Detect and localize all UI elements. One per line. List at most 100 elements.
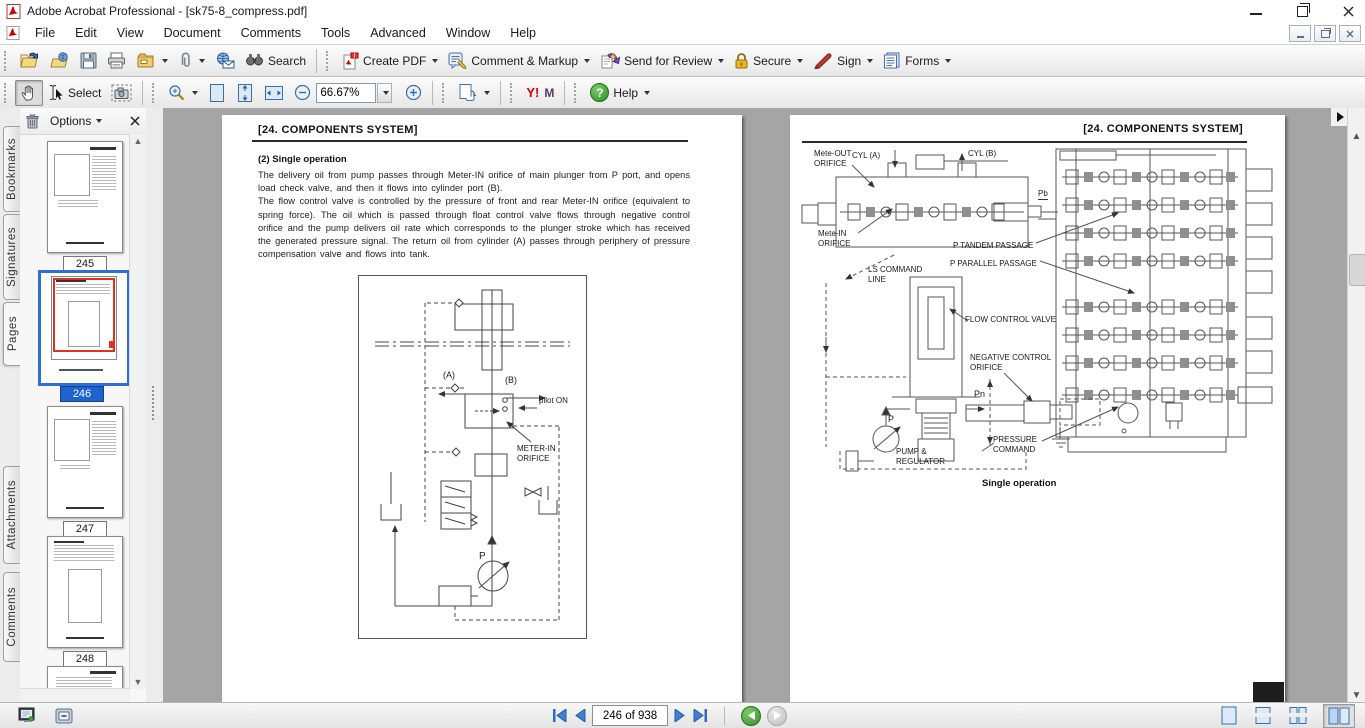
help-button[interactable]: ? Help xyxy=(585,79,655,106)
print-button[interactable] xyxy=(102,48,131,73)
attach-button[interactable] xyxy=(173,48,210,74)
toolbar-grip[interactable] xyxy=(510,83,517,103)
toolbar-grip[interactable] xyxy=(4,51,11,71)
select-tool-label: Select xyxy=(68,86,101,100)
menu-file[interactable]: File xyxy=(26,24,64,42)
ym-button[interactable]: Y!M xyxy=(521,81,559,104)
previous-view-button[interactable] xyxy=(741,706,761,726)
body-text: The delivery oil from pump passes throug… xyxy=(258,169,690,261)
page-number-input[interactable] xyxy=(592,705,668,726)
prev-page-icon[interactable] xyxy=(574,709,586,722)
next-view-button[interactable] xyxy=(767,706,787,726)
continuous-icon[interactable] xyxy=(1253,705,1273,726)
document-scrollbar[interactable]: ▲ ▼ xyxy=(1347,108,1365,703)
secure-button[interactable]: Secure xyxy=(729,48,808,73)
menu-help[interactable]: Help xyxy=(501,24,545,42)
comment-markup-button[interactable]: Comment & Markup xyxy=(443,48,595,73)
actual-size-button[interactable] xyxy=(203,79,231,107)
forms-button[interactable]: Forms xyxy=(878,48,956,73)
sign-button[interactable]: Sign xyxy=(808,48,878,73)
pdf-doc-icon xyxy=(6,26,20,40)
page-246: [24. COMPONENTS SYSTEM] (2) Single opera… xyxy=(222,115,742,703)
facing-pages-icon[interactable] xyxy=(1323,704,1355,728)
panel-close-button[interactable] xyxy=(130,116,140,126)
scrollbar-thumb[interactable] xyxy=(1349,254,1365,286)
page-header: [24. COMPONENTS SYSTEM] xyxy=(258,124,418,136)
toolbar-grip[interactable] xyxy=(4,83,11,103)
hand-tool-button[interactable] xyxy=(15,80,43,106)
organizer-dropdown-arrow xyxy=(162,59,168,63)
thumbnail-partial[interactable] xyxy=(47,666,123,689)
thumbnail-247[interactable]: 247 xyxy=(47,406,123,537)
close-button[interactable] xyxy=(1341,4,1355,18)
search-button-label: Search xyxy=(268,54,306,68)
doc-minimize-button[interactable] xyxy=(1289,25,1311,42)
open-web-button[interactable] xyxy=(45,48,75,73)
toolbar-grip[interactable] xyxy=(574,83,581,103)
sidebar-tab-bookmarks[interactable]: Bookmarks xyxy=(3,126,20,212)
thumbnail-246-selection[interactable] xyxy=(38,270,130,386)
toolbar-grip[interactable] xyxy=(152,83,159,103)
sidebar-tab-comments[interactable]: Comments xyxy=(3,572,20,662)
doc-restore-button[interactable] xyxy=(1314,25,1336,42)
sidebar-tab-pages[interactable]: Pages xyxy=(3,302,21,366)
fit-page-button[interactable] xyxy=(231,79,259,107)
menu-comments[interactable]: Comments xyxy=(232,24,310,42)
save-button[interactable] xyxy=(75,48,102,73)
zoom-plus-button[interactable] xyxy=(400,80,427,105)
zoom-level-input[interactable] xyxy=(316,83,376,103)
trash-icon[interactable] xyxy=(26,114,39,129)
menu-advanced[interactable]: Advanced xyxy=(361,24,435,42)
scroll-up-icon[interactable]: ▲ xyxy=(131,134,145,148)
continuous-facing-icon[interactable] xyxy=(1287,705,1309,726)
pages-panel: Options 245 xyxy=(20,108,147,703)
zoom-in-tool-button[interactable] xyxy=(163,80,203,106)
sidebar-tab-attachments[interactable]: Attachments xyxy=(3,466,20,564)
navigation-tab-strip: Bookmarks Signatures Pages Attachments C… xyxy=(0,108,21,703)
create-pdf-button[interactable]: Create PDF xyxy=(337,48,443,74)
open-button[interactable] xyxy=(15,48,45,73)
paragraph-2: The flow control valve is controlled by … xyxy=(258,195,690,261)
panel-splitter[interactable] xyxy=(146,108,164,703)
scroll-up-icon[interactable]: ▲ xyxy=(1348,128,1365,144)
send-review-button[interactable]: Send for Review xyxy=(595,48,729,73)
menu-window[interactable]: Window xyxy=(437,24,499,42)
fit-width-button[interactable] xyxy=(259,80,289,106)
zoom-out-button[interactable] xyxy=(289,80,316,105)
sidebar-tab-signatures[interactable]: Signatures xyxy=(3,214,20,300)
doc-close-button[interactable] xyxy=(1339,25,1361,42)
minimize-button[interactable] xyxy=(1249,4,1263,18)
thumbnail-scrollbar[interactable]: ▲ ▼ xyxy=(129,134,146,689)
options-menu-button[interactable]: Options xyxy=(47,112,105,130)
thumbnail-245[interactable]: 245 xyxy=(47,141,123,272)
last-page-icon[interactable] xyxy=(692,709,708,722)
restore-button[interactable] xyxy=(1295,4,1309,18)
toolbar-grip[interactable] xyxy=(326,51,333,71)
splitter-grip[interactable] xyxy=(152,386,158,420)
scroll-down-icon[interactable]: ▼ xyxy=(131,675,145,689)
thumbnail-248[interactable]: 248 xyxy=(47,536,123,667)
send-review-label: Send for Review xyxy=(624,54,712,68)
email-button[interactable] xyxy=(210,48,240,73)
document-status-icon[interactable] xyxy=(18,707,35,724)
organizer-button[interactable] xyxy=(131,48,173,73)
search-button[interactable]: Search xyxy=(240,49,311,72)
page-layout-button[interactable] xyxy=(453,79,495,106)
menu-view[interactable]: View xyxy=(108,24,153,42)
comment-markup-dropdown-arrow xyxy=(584,59,590,63)
menu-edit[interactable]: Edit xyxy=(66,24,106,42)
zoom-level-dropdown[interactable] xyxy=(377,83,392,103)
drawer-status-icon[interactable] xyxy=(55,708,73,724)
first-page-icon[interactable] xyxy=(552,709,568,722)
snapshot-button[interactable] xyxy=(106,80,137,106)
single-page-icon[interactable] xyxy=(1219,705,1239,726)
select-tool-button[interactable]: Select xyxy=(43,80,106,105)
menu-tools[interactable]: Tools xyxy=(312,24,359,42)
scroll-down-icon[interactable]: ▼ xyxy=(1348,687,1365,703)
thumbnail-hscrollbar[interactable] xyxy=(20,688,130,703)
expand-panel-icon[interactable] xyxy=(1331,108,1348,126)
page-corner-black-block xyxy=(1253,682,1284,703)
next-page-icon[interactable] xyxy=(674,709,686,722)
menu-document[interactable]: Document xyxy=(155,24,230,42)
toolbar-grip[interactable] xyxy=(442,83,449,103)
